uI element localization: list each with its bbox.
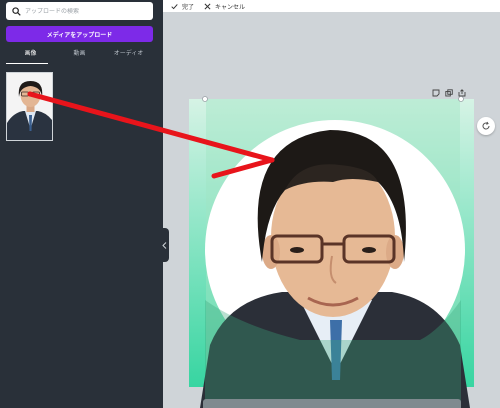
note-icon[interactable] [430, 88, 441, 97]
media-tabs: 画像 動画 オーディオ [6, 48, 153, 64]
collapse-panel-handle[interactable] [160, 228, 169, 262]
edit-toolbar: 完了 キャンセル [163, 0, 500, 12]
tab-audio[interactable]: オーディオ [104, 48, 153, 64]
done-label: 完了 [182, 3, 195, 11]
design-frame[interactable] [189, 99, 474, 387]
share-icon[interactable] [456, 88, 467, 97]
active-tab-indicator [6, 63, 48, 64]
search-box[interactable] [6, 2, 153, 20]
tab-videos[interactable]: 動画 [55, 48, 104, 64]
check-icon [171, 3, 178, 9]
uploads-panel: メディアをアップロード 画像 動画 オーディオ [0, 0, 163, 408]
frame-toolbar [428, 88, 467, 97]
rotate-button[interactable] [477, 117, 495, 135]
refresh-icon [482, 121, 490, 130]
chevron-left-icon [162, 241, 167, 249]
cancel-button[interactable]: キャンセル [204, 2, 245, 11]
uploaded-image-thumbnail[interactable] [6, 72, 53, 141]
done-button[interactable]: 完了 [171, 2, 194, 11]
search-icon [12, 6, 21, 16]
search-input[interactable] [25, 7, 145, 15]
portrait-thumbnail-image [7, 73, 52, 140]
page-controls-bar[interactable] [203, 399, 461, 408]
upload-media-button[interactable]: メディアをアップロード [6, 26, 153, 42]
tab-images[interactable]: 画像 [6, 48, 55, 64]
duplicate-icon[interactable] [443, 88, 454, 97]
cancel-label: キャンセル [215, 3, 246, 11]
close-icon [204, 3, 211, 9]
